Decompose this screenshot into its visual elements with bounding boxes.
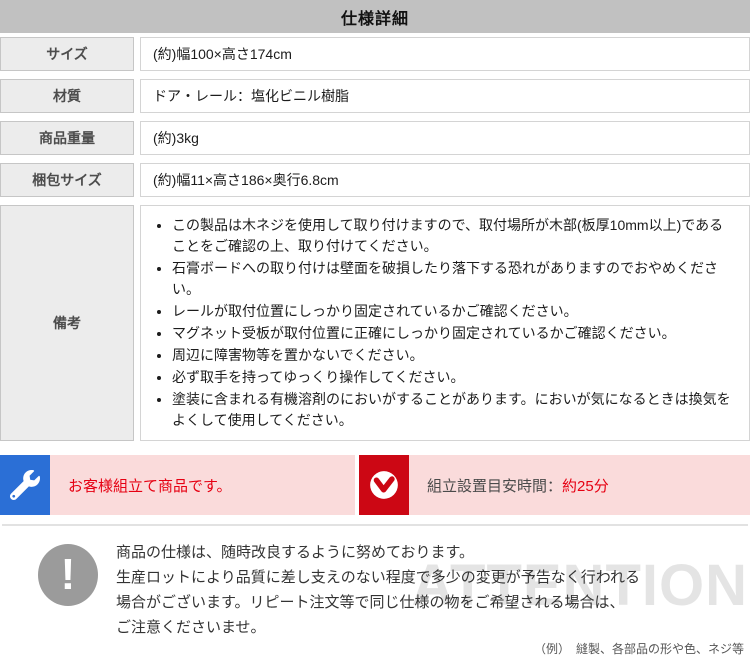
row-label-material: 材質	[0, 79, 134, 113]
spec-header-title: 仕様詳細	[341, 5, 409, 29]
row-value-notes: この製品は木ネジを使用して取り付けますので、取付場所が木部(板厚10mm以上)で…	[140, 205, 750, 441]
exclamation-icon: !	[38, 544, 98, 606]
attention-line: 商品の仕様は、随時改良するように努めております。	[116, 540, 640, 565]
attention-line: 場合がございます。リピート注文等で同じ仕様の物をご希望される場合は、	[116, 590, 640, 615]
note-item: 必ず取手を持ってゆっくり操作してください。	[172, 367, 735, 388]
note-item: レールが取付位置にしっかり固定されているかご確認ください。	[172, 301, 735, 322]
row-value-size: (約)幅100×高さ174cm	[140, 37, 750, 71]
attention-line: 生産ロットにより品質に差し支えのない程度で多少の変更が予告なく行われる	[116, 565, 640, 590]
table-row-notes: 備考 この製品は木ネジを使用して取り付けますので、取付場所が木部(板厚10mm以…	[0, 205, 750, 441]
clock-icon	[359, 455, 409, 515]
row-label-size: サイズ	[0, 37, 134, 71]
note-item: 塗装に含まれる有機溶剤のにおいがすることがあります。においが気になるときは換気を…	[172, 389, 735, 431]
note-item: マグネット受板が取付位置に正確にしっかり固定されているかご確認ください。	[172, 323, 735, 344]
row-value-package-size: (約)幅11×高さ186×奥行6.8cm	[140, 163, 750, 197]
row-label-weight: 商品重量	[0, 121, 134, 155]
attention-text: 商品の仕様は、随時改良するように努めております。 生産ロットにより品質に差し支え…	[116, 540, 640, 640]
note-item: この製品は木ネジを使用して取り付けますので、取付場所が木部(板厚10mm以上)で…	[172, 215, 735, 257]
table-row: サイズ (約)幅100×高さ174cm	[0, 37, 750, 71]
spec-table: サイズ (約)幅100×高さ174cm 材質 ドア・レール：塩化ビニル樹脂 商品…	[0, 37, 750, 441]
note-item: 石膏ボードへの取り付けは壁面を破損したり落下する恐れがありますのでおやめください…	[172, 258, 735, 300]
time-banner-value: 約25分	[562, 475, 609, 496]
assembly-time-banner: 組立設置目安時間：約25分	[359, 455, 750, 515]
row-value-material: ドア・レール：塩化ビニル樹脂	[140, 79, 750, 113]
spec-header-bar: 仕様詳細	[0, 0, 750, 33]
notes-list: この製品は木ネジを使用して取り付けますので、取付場所が木部(板厚10mm以上)で…	[155, 215, 735, 431]
info-banners: お客様組立て商品です。 組立設置目安時間：約25分	[0, 455, 750, 515]
attention-line: ご注意くださいませ。	[116, 615, 640, 640]
row-value-weight: (約)3kg	[140, 121, 750, 155]
time-banner-label: 組立設置目安時間：	[427, 475, 562, 496]
product-spec-section: 仕様詳細 サイズ (約)幅100×高さ174cm 材質 ドア・レール：塩化ビニル…	[0, 0, 750, 660]
assembly-banner-text: お客様組立て商品です。	[68, 475, 232, 496]
table-row: 梱包サイズ (約)幅11×高さ186×奥行6.8cm	[0, 163, 750, 197]
row-label-notes: 備考	[0, 205, 134, 441]
assembly-banner: お客様組立て商品です。	[0, 455, 355, 515]
note-item: 周辺に障害物等を置かないでください。	[172, 345, 735, 366]
row-label-package-size: 梱包サイズ	[0, 163, 134, 197]
attention-example: （例） 縫製、各部品の形や色、ネジ等	[0, 640, 750, 657]
table-row: 材質 ドア・レール：塩化ビニル樹脂	[0, 79, 750, 113]
attention-notice: ATTENTION ! 商品の仕様は、随時改良するように努めております。 生産ロ…	[0, 524, 750, 660]
table-row: 商品重量 (約)3kg	[0, 121, 750, 155]
wrench-icon	[0, 455, 50, 515]
